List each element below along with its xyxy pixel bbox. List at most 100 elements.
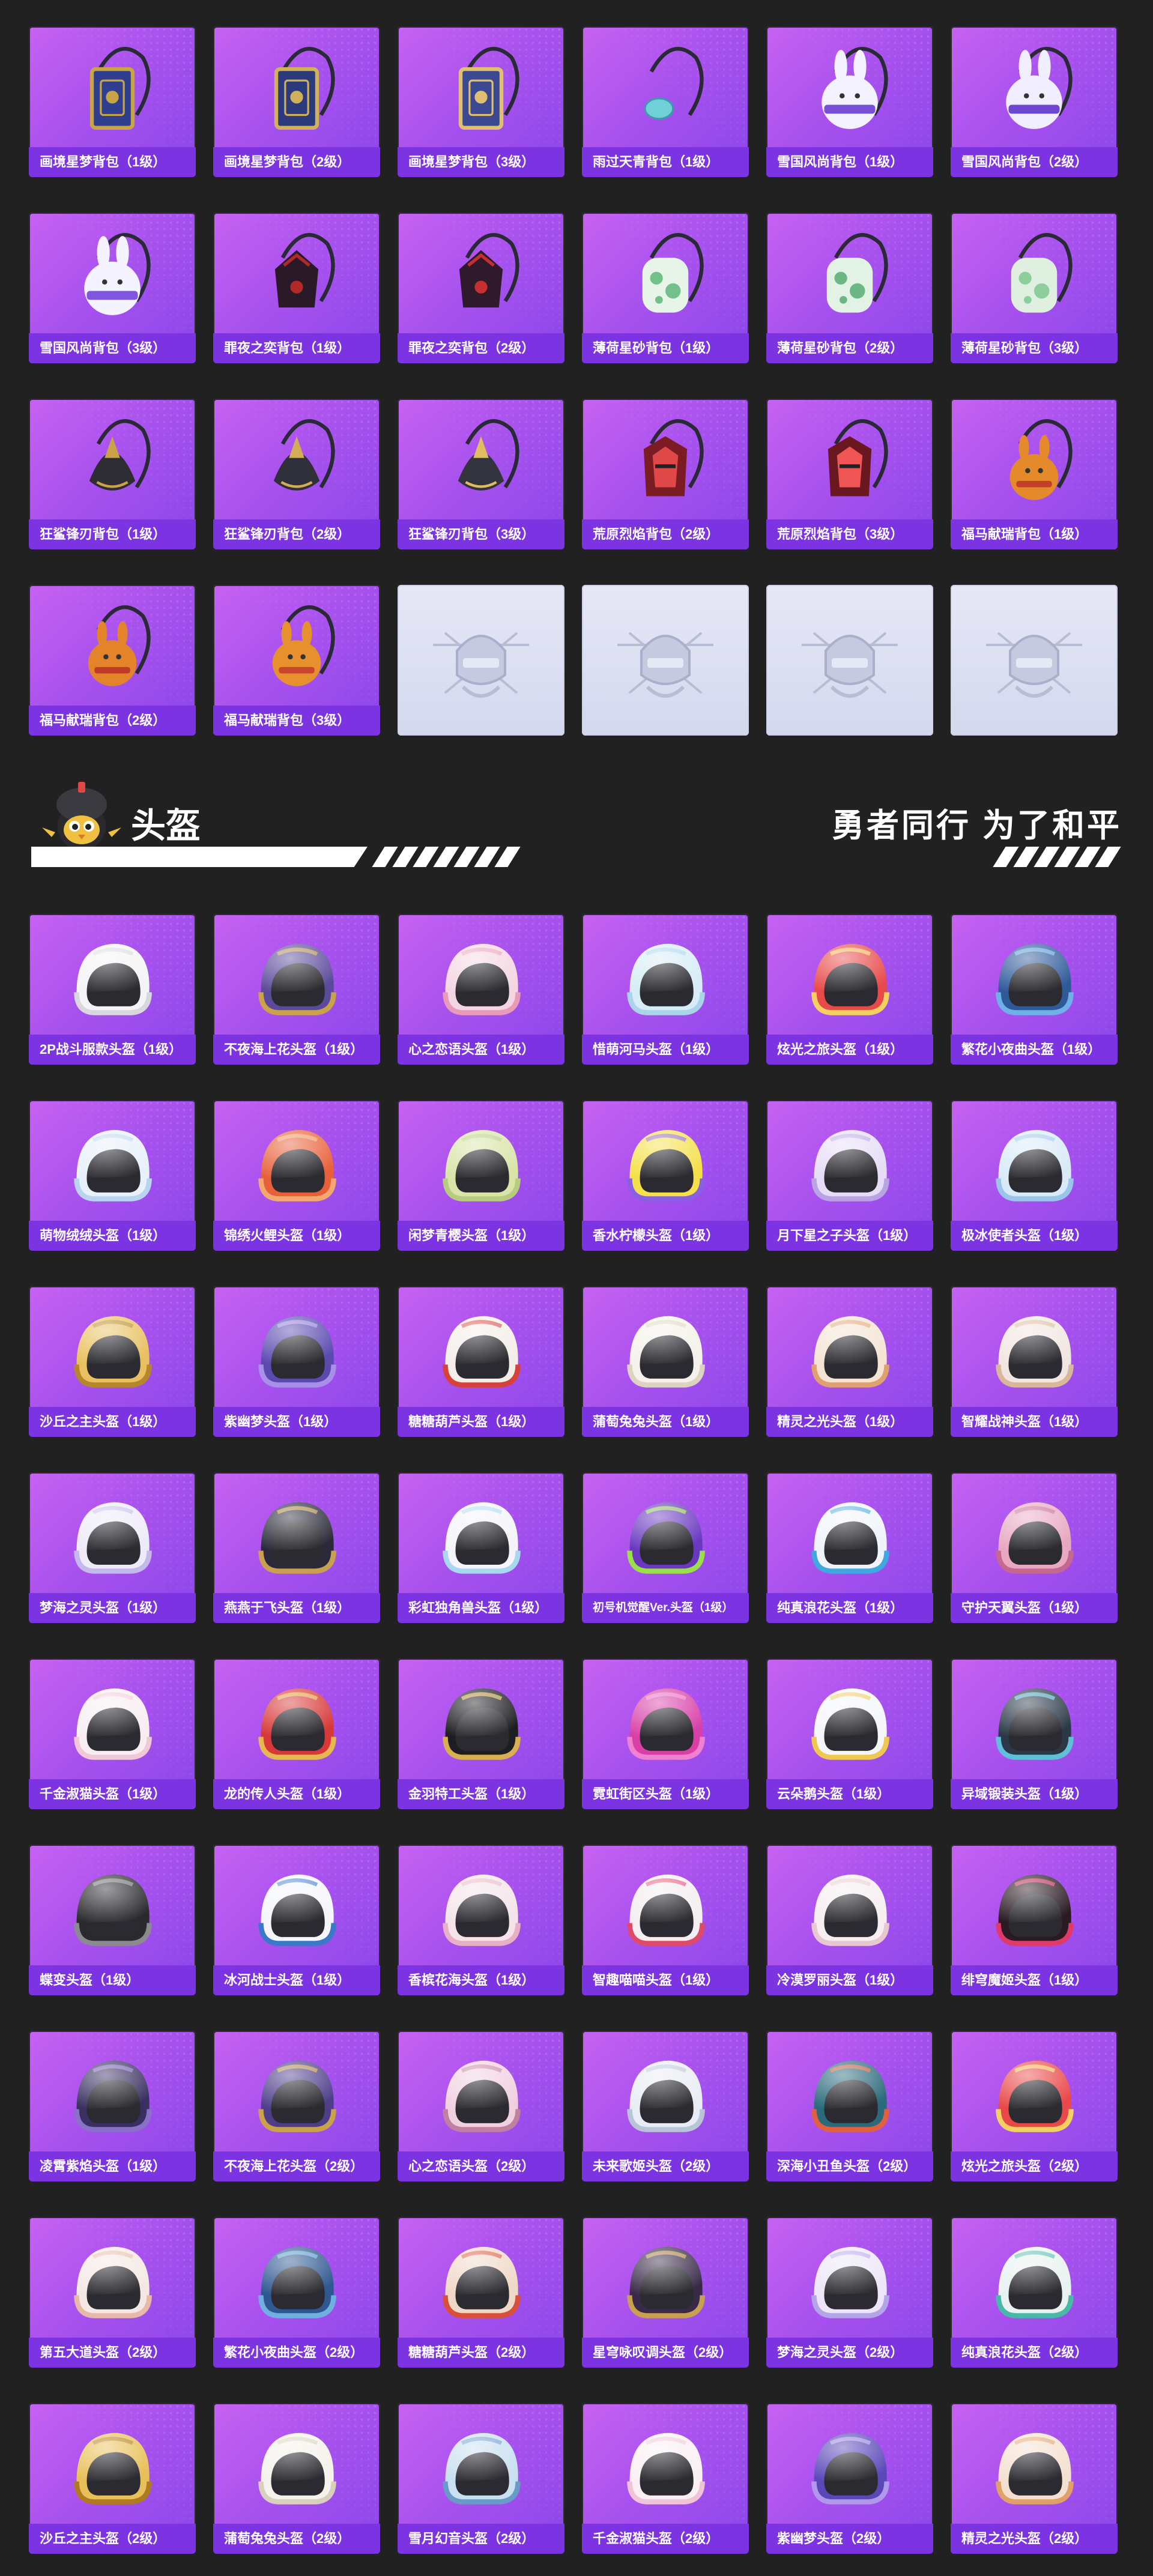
helmet-card[interactable]: 冰河战士头盔（1级） [213, 1845, 380, 1995]
backpack-card[interactable]: 荒原烈焰背包（2级） [582, 399, 749, 549]
backpack-card[interactable]: 福马献瑞背包（1级） [951, 399, 1118, 549]
backpack-card[interactable]: 狂鲨锋刃背包（1级） [29, 399, 196, 549]
backpack-card[interactable]: 雪国风尚背包（3级） [29, 213, 196, 363]
helmet-card[interactable]: 精灵之光头盔（2级） [951, 2403, 1118, 2554]
empty-slot-card[interactable] [398, 585, 564, 736]
backpack-card[interactable]: 狂鲨锋刃背包（3级） [398, 399, 564, 549]
item-label: 荒原烈焰背包（2级） [582, 519, 749, 549]
helmet-card[interactable]: 智耀战神头盔（1级） [951, 1286, 1118, 1437]
item-label: 冰河战士头盔（1级） [213, 1965, 380, 1995]
helmet-card[interactable]: 2P战斗服款头盔（1级） [29, 914, 196, 1065]
backpack-card[interactable]: 罪夜之奕背包（1级） [213, 213, 380, 363]
helmet-card[interactable]: 糖糖葫芦头盔（1级） [398, 1286, 564, 1437]
helmet-card[interactable]: 心之恋语头盔（1级） [398, 914, 564, 1065]
helmet-card[interactable]: 紫幽梦头盔（1级） [213, 1286, 380, 1437]
helmet-card[interactable]: 精灵之光头盔（1级） [766, 1286, 933, 1437]
helmet-card[interactable]: 惜萌河马头盔（1级） [582, 914, 749, 1065]
helmet-card[interactable]: 纯真浪花头盔（1级） [766, 1472, 933, 1623]
helmet-card[interactable]: 星穹咏叹调头盔（2级） [582, 2217, 749, 2368]
helmet-card[interactable]: 沙丘之主头盔（1级） [29, 1286, 196, 1437]
backpack-card[interactable]: 画境星梦背包（1级） [29, 26, 196, 177]
helmet-card[interactable]: 蝶变头盔（1级） [29, 1845, 196, 1995]
backpack-card[interactable]: 薄荷星砂背包（2级） [766, 213, 933, 363]
backpack-icon [274, 47, 335, 130]
item-label: 画境星梦背包（2级） [213, 147, 380, 177]
helmet-card[interactable]: 心之恋语头盔（2级） [398, 2031, 564, 2181]
backpack-icon [458, 419, 519, 491]
helmet-card[interactable]: 龙的传人头盔（1级） [213, 1658, 380, 1809]
helmet-card[interactable]: 蒲萄兔兔头盔（2级） [213, 2403, 380, 2554]
item-label: 龙的传人头盔（1级） [213, 1779, 380, 1809]
helmet-card[interactable]: 异域锻装头盔（1级） [951, 1658, 1118, 1809]
helmet-card[interactable]: 未来歌姬头盔（2级） [582, 2031, 749, 2181]
backpack-card[interactable]: 雪国风尚背包（1级） [766, 26, 933, 177]
backpack-card[interactable]: 福马献瑞背包（3级） [213, 585, 380, 736]
helmet-card[interactable]: 紫幽梦头盔（2级） [766, 2403, 933, 2554]
helmet-card[interactable]: 云朵鹅头盔（1级） [766, 1658, 933, 1809]
slogan-text: 勇者同行 为了和平 [831, 808, 1122, 844]
helmet-card[interactable]: 霓虹街区头盔（1级） [582, 1658, 749, 1809]
backpack-icon [458, 47, 519, 130]
helmet-card[interactable]: 梦海之灵头盔（1级） [29, 1472, 196, 1623]
helmet-card[interactable]: 不夜海上花头盔（2级） [213, 2031, 380, 2181]
helmet-card[interactable]: 炫光之旅头盔（2级） [951, 2031, 1118, 2181]
helmet-card[interactable]: 凌霄紫焰头盔（1级） [29, 2031, 196, 2181]
helmet-card[interactable]: 深海小丑鱼头盔（2级） [766, 2031, 933, 2181]
helmet-card[interactable]: 守护天翼头盔（1级） [951, 1472, 1118, 1623]
helmet-card[interactable]: 香槟花海头盔（1级） [398, 1845, 564, 1995]
backpack-card[interactable]: 薄荷星砂背包（1级） [582, 213, 749, 363]
backpack-card[interactable]: 雨过天青背包（1级） [582, 26, 749, 177]
item-label: 雪月幻音头盔（2级） [398, 2524, 564, 2554]
helmet-card[interactable]: 金羽特工头盔（1级） [398, 1658, 564, 1809]
backpack-card[interactable]: 荒原烈焰背包（3级） [766, 399, 933, 549]
helmet-card[interactable]: 智趣喵喵头盔（1级） [582, 1845, 749, 1995]
helmet-card[interactable]: 不夜海上花头盔（1级） [213, 914, 380, 1065]
helmet-card[interactable]: 燕燕于飞头盔（1级） [213, 1472, 380, 1623]
helmet-card[interactable]: 千金淑猫头盔（1级） [29, 1658, 196, 1809]
helmet-card[interactable]: 萌物绒绒头盔（1级） [29, 1100, 196, 1251]
backpack-icon [822, 47, 888, 129]
helmet-card[interactable]: 纯真浪花头盔（2级） [951, 2217, 1118, 2368]
helmet-icon [74, 1129, 152, 1202]
helmet-card[interactable]: 极冰使者头盔（1级） [951, 1100, 1118, 1251]
item-label: 紫幽梦头盔（2级） [766, 2524, 933, 2554]
item-label: 福马献瑞背包（2级） [29, 706, 196, 736]
helmet-card[interactable]: 繁花小夜曲头盔（1级） [951, 914, 1118, 1065]
backpack-card[interactable]: 画境星梦背包（3级） [398, 26, 564, 177]
helmet-card[interactable]: 沙丘之主头盔（2级） [29, 2403, 196, 2554]
helmet-card[interactable]: 冷漠罗丽头盔（1级） [766, 1845, 933, 1995]
helmet-card[interactable]: 梦海之灵头盔（2级） [766, 2217, 933, 2368]
helmet-card[interactable]: 闲梦青樱头盔（1级） [398, 1100, 564, 1251]
backpack-card[interactable]: 画境星梦背包（2级） [213, 26, 380, 177]
item-label: 惜萌河马头盔（1级） [582, 1035, 749, 1065]
helmet-card[interactable]: 绯穹魔姬头盔（1级） [951, 1845, 1118, 1995]
backpack-card[interactable]: 雪国风尚背包（2级） [951, 26, 1118, 177]
helmet-card[interactable]: 锦绣火鲤头盔（1级） [213, 1100, 380, 1251]
helmet-card[interactable]: 月下星之子头盔（1级） [766, 1100, 933, 1251]
helmet-card[interactable]: 雪月幻音头盔（2级） [398, 2403, 564, 2554]
empty-slot-card[interactable] [766, 585, 933, 736]
helmet-card[interactable]: 糖糖葫芦头盔（2级） [398, 2217, 564, 2368]
helmet-card[interactable]: 炫光之旅头盔（1级） [766, 914, 933, 1065]
helmet-card[interactable]: 香水柠檬头盔（1级） [582, 1100, 749, 1251]
helmet-icon [74, 2060, 152, 2132]
backpack-card[interactable]: 薄荷星砂背包（3级） [951, 213, 1118, 363]
item-label: 心之恋语头盔（2级） [398, 2151, 564, 2181]
empty-slot-card[interactable] [582, 585, 749, 736]
helmet-card[interactable]: 第五大道头盔（2级） [29, 2217, 196, 2368]
empty-slot-card[interactable] [951, 585, 1118, 736]
helmet-icon [258, 1688, 336, 1760]
helmet-card[interactable]: 初号机觉醒Ver.头盔（1级） [582, 1472, 749, 1623]
backpack-card[interactable]: 狂鲨锋刃背包（2级） [213, 399, 380, 549]
backpack-icon [88, 605, 151, 686]
helmet-card[interactable]: 蒲萄兔兔头盔（1级） [582, 1286, 749, 1437]
backpack-card[interactable]: 福马献瑞背包（2级） [29, 585, 196, 736]
backpack-icon [273, 419, 335, 491]
helmet-card[interactable]: 彩虹独角兽头盔（1级） [398, 1472, 564, 1623]
helmet-card[interactable]: 繁花小夜曲头盔（2级） [213, 2217, 380, 2368]
helmet-icon [627, 1874, 705, 1946]
backpack-card[interactable]: 罪夜之奕背包（2级） [398, 213, 564, 363]
item-label: 紫幽梦头盔（1级） [213, 1407, 380, 1437]
item-label: 画境星梦背包（3级） [398, 147, 564, 177]
helmet-card[interactable]: 千金淑猫头盔（2级） [582, 2403, 749, 2554]
